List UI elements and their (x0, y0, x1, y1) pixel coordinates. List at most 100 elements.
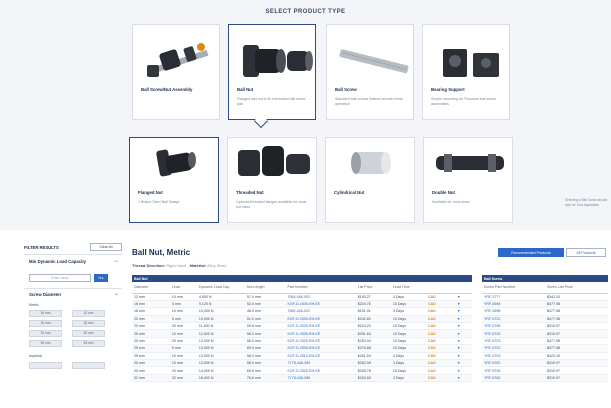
screw-part-link[interactable]: YRF-5765 (482, 374, 545, 383)
screw-part-link[interactable]: YRF-5598 (482, 307, 545, 316)
table-row[interactable]: YRF-5796 $319.97 (482, 322, 608, 331)
table-row[interactable]: 25 mm 25 mm 14,000 N 69.6 mm KGF-D-2525-RH-E… (132, 366, 472, 375)
add-to-cart-icon[interactable]: ♥ (455, 344, 472, 353)
add-to-cart-icon[interactable]: ♥ (455, 352, 472, 361)
diameter-chip[interactable] (29, 362, 62, 369)
table-row[interactable]: YRF-5725 $319.97 (482, 329, 608, 338)
nut-card-flanged[interactable]: Flanged Nut 1 Button Steel Ball Swage (129, 137, 219, 223)
column-header[interactable] (425, 282, 456, 294)
part-number-link[interactable]: KGF-D-2505-RH-EE (285, 344, 356, 353)
part-number-link[interactable]: 7065-448-002 (285, 293, 356, 301)
screw-part-link[interactable]: YRF-5796 (482, 322, 545, 331)
cad-download-link[interactable]: CAD (425, 293, 456, 301)
cad-download-link[interactable]: CAD (425, 315, 456, 324)
add-to-cart-icon[interactable]: ♥ (455, 307, 472, 316)
screw-part-link[interactable]: YRF-5702 (482, 344, 545, 353)
part-number-link[interactable]: 7065-448-002 (285, 307, 356, 316)
diameter-chip[interactable]: 20 mm (29, 320, 62, 327)
column-header[interactable]: List Price (355, 282, 391, 294)
cad-download-link[interactable]: CAD (425, 352, 456, 361)
product-card-ball-nut[interactable]: Ball Nut Flanged ball nut to fit a threa… (228, 24, 316, 120)
cad-download-link[interactable]: CAD (425, 300, 456, 309)
table-row[interactable]: YRF-5703 $477.98 (482, 337, 608, 346)
part-number-link[interactable]: KGF-D-2005-RH-EE (285, 315, 356, 324)
part-number-link[interactable]: 7Y78-448-084 (285, 359, 356, 368)
column-header[interactable]: Screw Part Number (482, 282, 545, 294)
screw-part-link[interactable]: YRF-5703 (482, 337, 545, 346)
column-header[interactable]: Diameter (132, 282, 170, 294)
diameter-chip[interactable]: 25 mm (72, 320, 105, 327)
cad-download-link[interactable]: CAD (425, 329, 456, 338)
cad-download-link[interactable]: CAD (425, 374, 456, 383)
add-to-cart-icon[interactable]: ♥ (455, 337, 472, 346)
column-header[interactable]: Screw List Price (545, 282, 608, 294)
table-row[interactable]: 20 mm 20 mm 11,400 N 59.6 mm KGF-D-2020-RH-E… (132, 322, 472, 331)
diameter-chip[interactable]: 50 mm (29, 340, 62, 347)
column-header[interactable]: Lead (169, 282, 197, 294)
diameter-filter-title[interactable]: Screw Diameter (29, 292, 61, 298)
part-number-link[interactable]: KGF-D-2525-RH-EE (285, 337, 356, 346)
cad-download-link[interactable]: CAD (425, 344, 456, 353)
product-card-ball-screw-nut-assembly[interactable]: Ball Screw/Nut Assembly (132, 24, 220, 120)
diameter-chip[interactable]: 63 mm (72, 340, 105, 347)
table-row[interactable]: YRF-5736 $319.97 (482, 366, 608, 375)
diameter-chip[interactable]: 32 mm (29, 330, 62, 337)
diameter-chip[interactable]: 12 mm (72, 310, 105, 317)
cad-download-link[interactable]: CAD (425, 337, 456, 346)
screw-part-link[interactable]: YRF-5722 (482, 315, 545, 324)
table-row[interactable]: 25 mm 25 mm 13,000 N 56.0 mm KGF-D-2525-RH-E… (132, 337, 472, 346)
table-row[interactable]: YRF-5765 $319.97 (482, 374, 608, 383)
table-row[interactable]: 25 mm 5 mm 13,500 N 69.0 mm KGF-D-2505-RH-EE… (132, 344, 472, 353)
screw-part-link[interactable]: YRF-5703 (482, 352, 545, 361)
product-card-bearing-support[interactable]: Bearing Support Simple mounting for Thom… (422, 24, 510, 120)
screw-part-link[interactable]: YRF-3777 (482, 293, 545, 301)
part-number-link[interactable]: 7Y78-448-086 (285, 374, 356, 383)
cad-download-link[interactable]: CAD (425, 366, 456, 375)
capacity-filter-title[interactable]: Min Dynamic Load Capacity (29, 259, 105, 265)
capacity-input[interactable]: Enter value (29, 274, 91, 282)
table-row[interactable]: 16 mm 5 mm 9,120 N 52.6 mm KGF-D-1605-RH-EE $… (132, 300, 472, 309)
add-to-cart-icon[interactable]: ♥ (455, 359, 472, 368)
collapse-icon[interactable]: − (114, 259, 118, 265)
column-header[interactable]: Dynamic Load Cap. (196, 282, 245, 294)
add-to-cart-icon[interactable]: ♥ (455, 322, 472, 331)
diameter-chip[interactable]: 40 mm (72, 330, 105, 337)
product-card-ball-screw[interactable]: Ball Screw Standard ball screws feature … (326, 24, 414, 120)
column-header[interactable]: Lead Time (390, 282, 426, 294)
column-header[interactable]: Part Number (285, 282, 356, 294)
table-row[interactable]: YRF-5702 $477.98 (482, 344, 608, 353)
table-row[interactable]: 25 mm 10 mm 13,500 N 58.0 mm KGF-D-2510-RH-E… (132, 352, 472, 361)
table-row[interactable]: YRF-5722 $477.98 (482, 315, 608, 324)
nut-card-threaded[interactable]: Threaded Nut Optional threaded flanges a… (227, 137, 317, 223)
table-row[interactable]: YRF-5598 $477.98 (482, 307, 608, 316)
cad-download-link[interactable]: CAD (425, 322, 456, 331)
screw-part-link[interactable]: YRF-5736 (482, 366, 545, 375)
part-number-link[interactable]: KGF-D-1605-RH-EE (285, 300, 356, 309)
part-number-link[interactable]: KGF-D-2020-RH-EE (285, 322, 356, 331)
table-row[interactable]: YRF-5598 $477.98 (482, 300, 608, 309)
part-number-link[interactable]: KGF-D-2525-RH-EE (285, 366, 356, 375)
collapse-icon[interactable]: − (114, 292, 118, 298)
capacity-apply-button[interactable]: N ▸ (94, 274, 108, 282)
cad-download-link[interactable]: CAD (425, 359, 456, 368)
diameter-chip[interactable] (72, 362, 105, 369)
add-to-cart-icon[interactable]: ♥ (455, 293, 472, 301)
all-products-button[interactable]: All Products (566, 248, 606, 257)
cad-download-link[interactable]: CAD (425, 307, 456, 316)
recommended-products-button[interactable]: Recommended Products (498, 248, 564, 257)
table-row[interactable]: 25 mm 10 mm 13,500 N 58.0 mm 7Y78-448-084 $26… (132, 359, 472, 368)
column-header[interactable]: Nut Length (244, 282, 286, 294)
table-row[interactable]: 20 mm 5 mm 10,900 N 51.0 mm KGF-D-2005-RH-EE… (132, 315, 472, 324)
table-row[interactable]: 12 mm 10 mm 4,500 N 57.0 mm 7065-448-002 $193… (132, 293, 472, 301)
table-row[interactable]: YRF-3777 $342.10 (482, 293, 608, 301)
add-to-cart-icon[interactable]: ♥ (455, 329, 472, 338)
nut-card-cylindrical[interactable]: Cylindrical Nut (325, 137, 415, 223)
screw-part-link[interactable]: YRF-5598 (482, 300, 545, 309)
table-row[interactable]: YRF-5763 $319.97 (482, 359, 608, 368)
screw-part-link[interactable]: YRF-5763 (482, 359, 545, 368)
table-row[interactable]: 16 mm 10 mm 10,400 N 48.0 mm 7065-448-002 $19… (132, 307, 472, 316)
table-row[interactable]: YRF-5703 $422.10 (482, 352, 608, 361)
nut-card-double[interactable]: Double Nut Available for most sizes (423, 137, 513, 223)
table-row[interactable]: 32 mm 32 mm 16,400 N 78.6 mm 7Y78-448-086 $26… (132, 374, 472, 383)
part-number-link[interactable]: KGF-D-2505-RH-EE (285, 329, 356, 338)
